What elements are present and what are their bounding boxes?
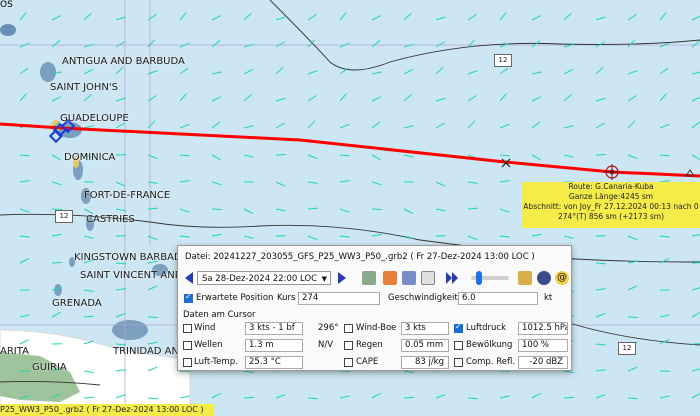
air-temp-label: Luft-Temp.	[194, 357, 238, 367]
dialog-title: Datei: 20241227_203055_GFS_P25_WW3_P50_.…	[185, 252, 535, 262]
course-input[interactable]: 274	[298, 292, 380, 305]
air-temp-value: 25.3 °C	[245, 356, 303, 369]
wind-arrow-icon	[371, 208, 383, 210]
next-arrow-icon[interactable]	[336, 271, 348, 285]
waves-checkbox[interactable]	[183, 341, 192, 350]
date-value: Sa 28-Dez-2024 22:00 LOC	[202, 274, 318, 284]
wind-arrow-icon	[627, 316, 639, 318]
zoom-fit-icon[interactable]	[402, 271, 416, 285]
wind-arrow-icon	[51, 262, 63, 264]
wind-gust-value: 3 kts	[401, 322, 449, 335]
wind-arrow-icon	[147, 316, 159, 318]
wind-direction: 296°	[318, 323, 339, 333]
status-bar-file: P25_WW3_P50_.grb2 ( Fr 27-Dez-2024 13:00…	[0, 404, 214, 416]
settings-icon[interactable]	[537, 271, 551, 285]
chart-icon[interactable]	[362, 271, 376, 285]
wind-arrow-icon	[467, 397, 479, 400]
air-temp-checkbox[interactable]	[183, 358, 192, 367]
cloud-cover-label: Bewölkung	[466, 340, 513, 350]
chevron-down-icon: ▼	[321, 275, 327, 283]
grib-data-dialog[interactable]: Datei: 20241227_203055_GFS_P25_WW3_P50_.…	[177, 245, 572, 371]
place-label: TRINIDAD AND	[113, 346, 187, 357]
place-label: SAINT VINCENT AND	[80, 270, 183, 281]
place-label: KINGSTOWN BARBAD	[74, 252, 182, 263]
time-slider-thumb[interactable]	[476, 271, 482, 285]
date-select[interactable]: Sa 28-Dez-2024 22:00 LOC ▼	[197, 271, 331, 285]
wind-arrow-icon	[563, 396, 575, 399]
speed-unit: kt	[544, 293, 553, 303]
place-label: GUIRIA	[32, 362, 67, 373]
waves-label: Wellen	[194, 340, 223, 350]
route-segment: Abschnitt: von Joy_Fr 27.12.2024 00:13 n…	[523, 202, 699, 211]
wind-arrow-icon	[275, 154, 287, 156]
rain-checkbox[interactable]	[344, 341, 353, 350]
pressure-label: Luftdruck	[466, 323, 507, 333]
wind-label: Wind	[194, 323, 216, 333]
prev-arrow-icon[interactable]	[183, 271, 195, 285]
wind-arrow-icon	[691, 262, 700, 264]
route-name: Route: G.Canaria-Kuba	[568, 182, 654, 191]
waves-direction: N/V	[318, 340, 334, 350]
cloud-cover-checkbox[interactable]	[454, 341, 463, 350]
cape-checkbox[interactable]	[344, 358, 353, 367]
rain-value: 0.05 mm	[401, 339, 449, 352]
place-label: DOMINICA	[64, 152, 116, 163]
expected-position-label: Erwartete Position	[196, 293, 274, 303]
expected-position-checkbox[interactable]	[184, 292, 193, 303]
wind-arrow-icon	[403, 396, 415, 399]
route-shield: 12	[494, 54, 512, 67]
route-shield: 12	[618, 342, 636, 355]
cape-value: 83 j/kg	[401, 356, 449, 369]
speed-label: Geschwindigkeit	[388, 293, 458, 303]
place-label: GRENADA	[52, 298, 102, 309]
wind-checkbox[interactable]	[183, 324, 192, 333]
place-label: ANTIGUA AND BARBUDA	[62, 56, 185, 67]
route-shield: 12	[55, 210, 73, 223]
fast-forward-icon[interactable]	[445, 271, 459, 285]
at-icon[interactable]: @	[555, 271, 569, 285]
pressure-value: 1012.5 hPa	[518, 322, 568, 335]
map-icon[interactable]	[518, 271, 532, 285]
pressure-checkbox[interactable]	[454, 322, 463, 333]
map-label-fragment: OS	[0, 0, 13, 10]
wind-arrow-icon	[307, 397, 319, 400]
rain-label: Regen	[356, 340, 383, 350]
wind-arrow-icon	[147, 397, 159, 400]
wind-gust-label: Wind-Boe	[356, 323, 397, 333]
place-label: CASTRIES	[86, 214, 135, 225]
wind-gust-checkbox[interactable]	[344, 324, 353, 333]
wind-arrow-icon	[243, 396, 255, 399]
route-bearing: 274°(T) 856 sm (+2173 sm)	[558, 212, 664, 221]
wind-arrow-icon	[115, 154, 127, 156]
route-total-length: Ganze Länge:4245 sm	[568, 192, 654, 201]
comp-refl-checkbox[interactable]	[454, 358, 463, 367]
comp-refl-value: -20 dBZ	[518, 356, 568, 369]
wind-arrow-icon	[211, 208, 223, 210]
route-info-box: Route: G.Canaria-Kuba Ganze Länge:4245 s…	[522, 182, 700, 228]
layers-icon[interactable]	[383, 271, 397, 285]
wind-arrow-icon	[595, 154, 607, 156]
place-label: SAINT JOHN'S	[50, 82, 119, 93]
course-label: Kurs	[277, 293, 296, 303]
place-label: ARITA	[0, 346, 29, 357]
waves-value: 1.3 m	[245, 339, 303, 352]
cloud-cover-value: 100 %	[518, 339, 568, 352]
section-data-at-cursor: Daten am Cursor	[183, 310, 256, 320]
comp-refl-label: Comp. Refl.	[466, 357, 516, 367]
wind-arrow-icon	[83, 396, 95, 399]
place-label: FORT-DE-FRANCE	[84, 190, 171, 201]
speed-input[interactable]: 6.0	[458, 292, 538, 305]
cape-label: CAPE	[356, 357, 379, 367]
calendar-icon[interactable]	[421, 271, 435, 285]
place-label: GUADELOUPE	[60, 113, 129, 124]
wind-arrow-icon	[627, 397, 639, 400]
wind-value: 3 kts - 1 bf	[245, 322, 303, 335]
